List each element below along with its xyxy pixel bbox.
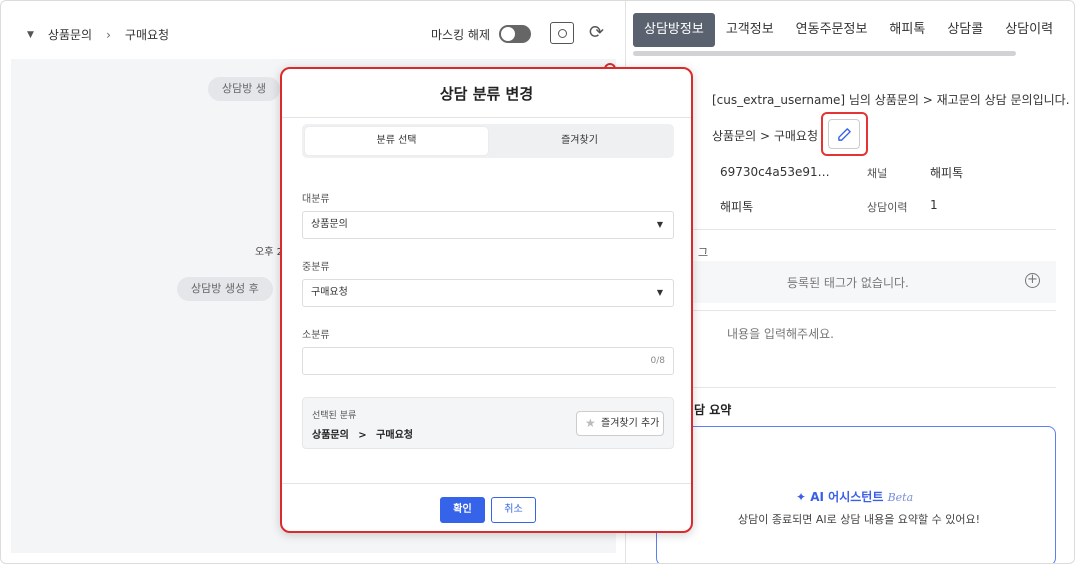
middle-value: 구매요청 xyxy=(311,287,348,298)
caret-down-icon: ▼ xyxy=(656,288,663,297)
selected-label: 선택된 분류 xyxy=(312,411,357,421)
selected-major: 상품문의 xyxy=(312,430,349,441)
breadcrumb-sub: 구매요청 xyxy=(124,28,170,42)
history-label: 상담이력 xyxy=(867,201,908,214)
room-id: 69730c4a53e91… xyxy=(720,165,830,179)
refresh-icon[interactable]: ⟳ xyxy=(589,22,604,44)
confirm-button[interactable]: 확인 xyxy=(440,497,485,523)
channel-label: 채널 xyxy=(867,167,888,180)
tab-customer-info[interactable]: 고객정보 xyxy=(715,13,785,47)
cancel-button[interactable]: 취소 xyxy=(491,497,536,523)
edit-highlight xyxy=(821,112,868,156)
tab-more[interactable]: I xyxy=(1064,13,1074,47)
channel-value: 해피톡 xyxy=(930,166,964,180)
sparkle-icon: ✦ xyxy=(796,490,807,504)
tab-order-info[interactable]: 연동주문정보 xyxy=(785,13,879,47)
beta-badge: Beta xyxy=(887,491,914,504)
modal-tab-switch: 분류 선택 즐겨찾기 xyxy=(302,124,674,158)
summary-title: 담 요약 xyxy=(694,403,732,417)
add-tag-icon[interactable]: + xyxy=(1025,273,1040,288)
modal-divider xyxy=(282,483,691,484)
caret-down-icon[interactable]: ▼ xyxy=(27,30,34,40)
char-count: 0/8 xyxy=(650,356,665,366)
major-select[interactable]: 상품문의 ▼ xyxy=(302,211,674,239)
info-tabs: 상담방정보 고객정보 연동주문정보 해피톡 상담콜 상담이력 I xyxy=(633,13,1074,47)
modal-title: 상담 분류 변경 xyxy=(439,85,534,103)
tag-empty-text: 등록된 태그가 없습니다. xyxy=(787,276,909,290)
divider xyxy=(691,387,1056,388)
add-favorite-label: 즐겨찾기 추가 xyxy=(601,418,660,429)
tab-call[interactable]: 상담콜 xyxy=(936,13,994,47)
timeline-time: 오후 2 xyxy=(255,247,283,258)
ai-description: 상담이 종료되면 AI로 상담 내용을 요약할 수 있어요! xyxy=(738,513,981,526)
ai-title-text: AI 어시스턴트 xyxy=(810,490,884,504)
middle-label: 중분류 xyxy=(302,262,330,273)
tab-scrollbar[interactable] xyxy=(633,51,1016,56)
chat-header: ▼ 상품문의 › 구매요청 마스킹 해제 ⟳ xyxy=(11,11,616,57)
timeline-pill: 상담방 생 xyxy=(208,77,280,101)
star-icon: ★ xyxy=(585,416,596,430)
breadcrumb: ▼ 상품문의 › 구매요청 xyxy=(27,26,169,43)
chevron-right-icon: > xyxy=(358,430,367,441)
selected-middle: 구매요청 xyxy=(376,430,413,441)
app-window: ▼ 상품문의 › 구매요청 마스킹 해제 ⟳ 상담방 생 오후 2 상담방 생성… xyxy=(0,0,1075,564)
tab-favorites[interactable]: 즐겨찾기 xyxy=(488,127,671,155)
major-label: 대분류 xyxy=(302,194,330,205)
greeting-text: [cus_extra_username] 님의 상품문의 > 재고문의 상담 문… xyxy=(712,93,1070,107)
tab-room-info[interactable]: 상담방정보 xyxy=(633,13,715,47)
tag-label: 그 xyxy=(698,246,709,259)
minor-input[interactable]: 0/8 xyxy=(302,347,674,375)
agent-value: 해피톡 xyxy=(720,200,754,214)
minor-label: 소분류 xyxy=(302,330,330,341)
add-favorite-button[interactable]: ★ 즐겨찾기 추가 xyxy=(576,411,664,436)
middle-select[interactable]: 구매요청 ▼ xyxy=(302,279,674,307)
masking-toggle[interactable] xyxy=(499,25,531,43)
divider xyxy=(691,310,1056,311)
selected-path: 상품문의 > 구매요청 xyxy=(312,426,413,441)
tab-happytalk[interactable]: 해피톡 xyxy=(878,13,936,47)
tab-history[interactable]: 상담이력 xyxy=(994,13,1064,47)
modal-divider xyxy=(282,117,691,118)
major-value: 상품문의 xyxy=(311,219,348,230)
tab-select-category[interactable]: 분류 선택 xyxy=(305,127,488,155)
category-modal: 상담 분류 변경 분류 선택 즐겨찾기 대분류 상품문의 ▼ 중분류 구매요청 … xyxy=(280,67,693,533)
camera-icon[interactable] xyxy=(550,22,574,44)
history-value: 1 xyxy=(930,198,938,212)
ai-title: ✦ AI 어시스턴트 Beta xyxy=(796,488,913,505)
caret-down-icon: ▼ xyxy=(656,220,663,229)
breadcrumb-category: 상품문의 xyxy=(47,28,93,42)
divider xyxy=(691,229,1056,230)
selected-category-box: 선택된 분류 상품문의 > 구매요청 ★ 즐겨찾기 추가 xyxy=(302,397,674,449)
category-path: 상품문의 > 구매요청 xyxy=(712,129,819,143)
memo-input[interactable]: 내용을 입력해주세요. xyxy=(727,325,834,342)
chevron-right-icon: › xyxy=(106,27,111,42)
timeline-pill: 상담방 생성 후 xyxy=(177,277,273,301)
masking-label: 마스킹 해제 xyxy=(431,28,491,42)
